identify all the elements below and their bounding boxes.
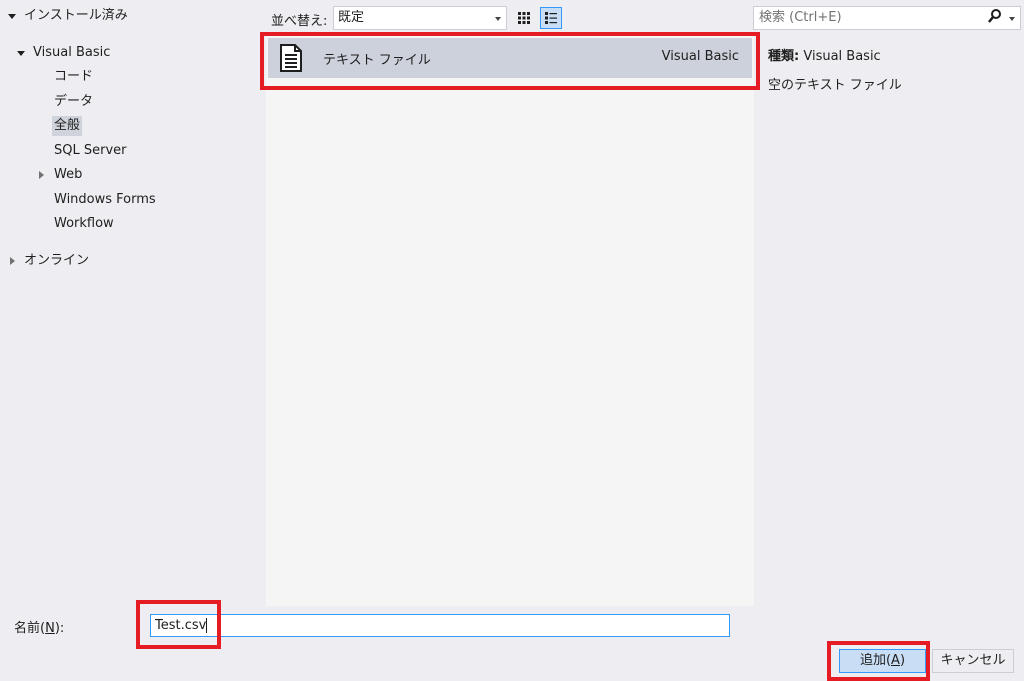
details-type-label: 種類: — [768, 49, 800, 64]
search-placeholder: 検索 (Ctrl+E) — [759, 10, 842, 25]
tree-node-installed[interactable]: インストール済み — [0, 6, 260, 26]
details-type: 種類: Visual Basic — [768, 45, 881, 64]
list-icon — [545, 12, 557, 24]
sort-value: 既定 — [338, 10, 365, 25]
sort-dropdown[interactable]: 既定 — [333, 6, 507, 30]
details-type-value: Visual Basic — [803, 49, 881, 64]
search-options-arrow-icon[interactable] — [1009, 17, 1015, 21]
highlight-box-template — [260, 32, 760, 90]
tree-node-general[interactable]: 全般 — [0, 116, 260, 136]
tree-node-data[interactable]: データ — [0, 92, 260, 112]
tree-node-label: Windows Forms — [54, 192, 156, 207]
template-list — [266, 34, 754, 606]
highlight-box-name — [136, 600, 221, 649]
tree-node-label: SQL Server — [54, 143, 127, 158]
tree-node-workflow[interactable]: Workflow — [0, 214, 260, 234]
tree-node-label: 全般 — [52, 116, 83, 136]
grid-icon — [518, 12, 530, 24]
collapse-arrow-icon[interactable] — [6, 6, 18, 26]
name-label: 名前(N): — [14, 617, 64, 636]
search-input[interactable]: 検索 (Ctrl+E) — [753, 6, 1021, 30]
expand-arrow-icon[interactable] — [6, 251, 18, 271]
tree-node-web[interactable]: Web — [0, 165, 260, 185]
tree-node-label: Web — [54, 167, 83, 182]
tree-node-label: インストール済み — [24, 8, 128, 23]
details-description: 空のテキスト ファイル — [768, 78, 902, 93]
dropdown-arrow-icon — [495, 17, 501, 21]
sort-label: 並べ替え: — [271, 14, 328, 29]
tree-node-label: Visual Basic — [33, 45, 111, 60]
small-icons-view-button[interactable] — [513, 7, 535, 29]
tree-node-label: Workflow — [54, 216, 114, 231]
tree-node-code[interactable]: コード — [0, 67, 260, 87]
name-label-prefix: 名前( — [14, 621, 46, 636]
name-label-suffix: ): — [54, 621, 65, 636]
cancel-button[interactable]: キャンセル — [932, 649, 1014, 673]
search-icon[interactable] — [988, 8, 1002, 32]
name-input[interactable]: Test.csv — [150, 614, 730, 637]
name-label-accel: N — [45, 621, 55, 636]
tree-node-visual-basic[interactable]: Visual Basic — [0, 43, 260, 63]
tree-node-label: コード — [54, 69, 94, 84]
expand-arrow-icon[interactable] — [35, 165, 47, 185]
highlight-box-add — [827, 641, 930, 681]
collapse-arrow-icon[interactable] — [15, 43, 27, 63]
tree-node-label: オンライン — [24, 253, 90, 268]
list-view-button[interactable] — [540, 7, 562, 29]
tree-node-online[interactable]: オンライン — [0, 251, 260, 271]
tree-node-label: データ — [54, 94, 94, 109]
tree-node-sql-server[interactable]: SQL Server — [0, 141, 260, 161]
tree-node-windows-forms[interactable]: Windows Forms — [0, 190, 260, 210]
